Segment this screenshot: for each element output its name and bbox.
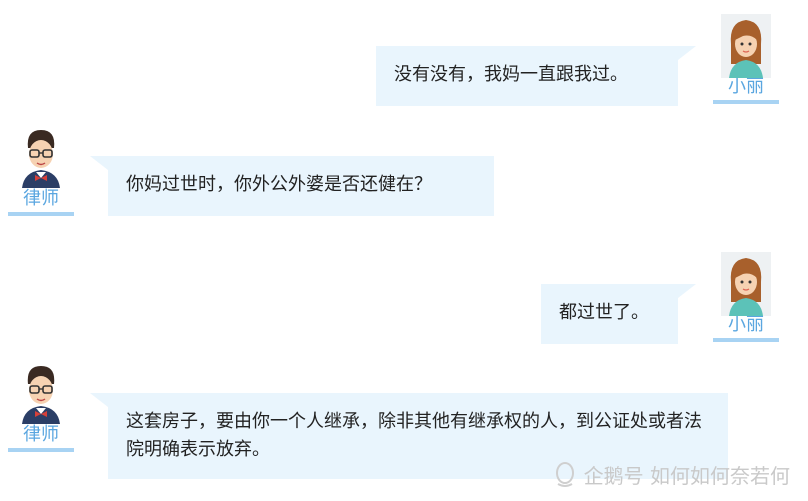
avatar (16, 362, 66, 424)
lawyer-avatar-block: 律师 (8, 126, 74, 216)
lawyer-avatar-icon (22, 366, 60, 424)
penguin-logo-icon (555, 461, 574, 487)
chat-bubble: 都过世了。 (541, 284, 696, 344)
name-underline (8, 212, 74, 216)
name-underline (8, 448, 74, 452)
speaker-name: 律师 (23, 424, 59, 445)
avatar (16, 126, 66, 188)
avatar (721, 14, 771, 78)
message-text: 没有没有，我妈一直跟我过。 (394, 64, 628, 85)
girl-avatar-icon (721, 14, 771, 78)
watermark: 企鹅号 如何如何奈若何 (554, 460, 790, 489)
client-avatar-block: 小丽 (713, 252, 779, 342)
lawyer-avatar-icon (22, 130, 60, 188)
speaker-name: 小丽 (728, 314, 764, 335)
avatar (721, 252, 771, 316)
message-text: 这套房子，要由你一个人继承，除非其他有继承权的人，到公证处或者法院明确表示放弃。 (126, 411, 702, 460)
message-text: 你妈过世时，你外公外婆是否还健在？ (126, 174, 432, 195)
watermark-text: 企鹅号 如何如何奈若何 (583, 464, 790, 488)
chat-bubble: 你妈过世时，你外公外婆是否还健在？ (90, 156, 494, 216)
name-underline (713, 100, 779, 104)
name-underline (713, 338, 779, 342)
message-text: 都过世了。 (559, 302, 649, 323)
girl-avatar-icon (721, 252, 771, 316)
speaker-name: 小丽 (728, 76, 764, 97)
client-avatar-block: 小丽 (713, 14, 779, 104)
speaker-name: 律师 (23, 188, 59, 209)
chat-bubble: 没有没有，我妈一直跟我过。 (376, 46, 696, 106)
lawyer-avatar-block: 律师 (8, 362, 74, 452)
